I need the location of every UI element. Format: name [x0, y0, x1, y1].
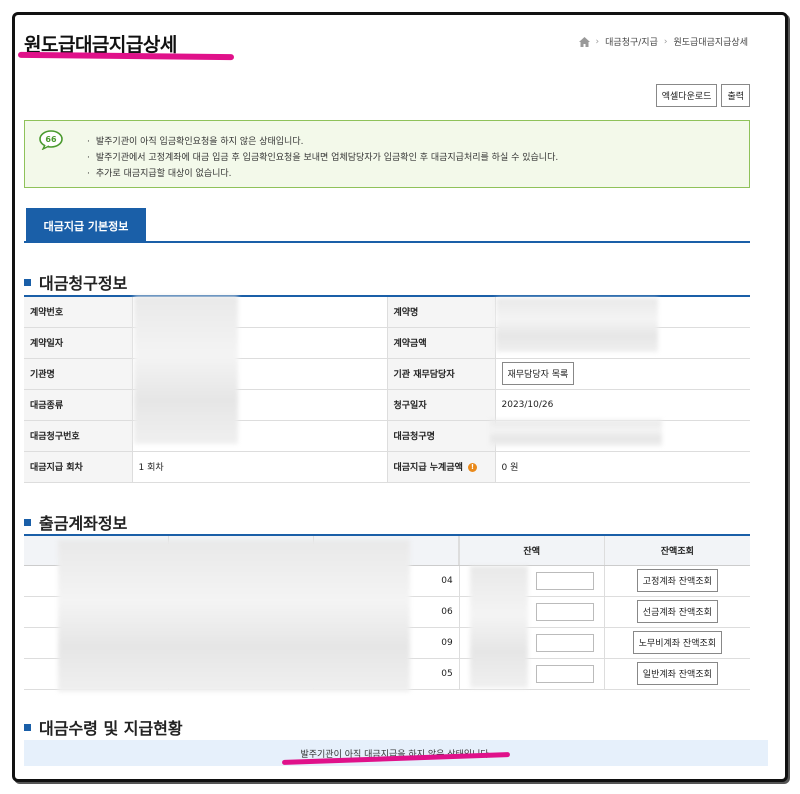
advance-account-balance-button[interactable]: 선금계좌 잔액조회	[636, 600, 718, 623]
cell: 노무비계좌 잔액조회	[603, 627, 750, 659]
redacted-area	[134, 296, 238, 444]
excel-download-button[interactable]: 엑셀다운로드	[655, 84, 718, 107]
notice-line: 발주기관에서 고정계좌에 대금 입금 후 입금확인요청을 보내면 업체담당자가 …	[87, 150, 558, 166]
field-value: 2023/10/26	[495, 389, 750, 421]
field-label: 대금지급 회차	[24, 451, 133, 483]
section-marker	[24, 723, 31, 731]
table-row: 기관명 기관 재무담당자 재무담당자 목록	[24, 358, 750, 390]
section-heading: 대금청구정보	[39, 274, 128, 293]
section-heading: 출금계좌정보	[39, 514, 128, 533]
field-label: 계약명	[386, 296, 496, 328]
section-payment-title: 대금수령 및 지급현황	[24, 715, 183, 739]
tab-basic-info[interactable]: 대금지급 기본정보	[26, 208, 146, 243]
balance-field	[535, 602, 594, 621]
table-row: 대금종류 청구일자 2023/10/26	[24, 389, 750, 421]
field-label: 청구일자	[386, 389, 496, 421]
redacted-area	[496, 298, 658, 352]
field-label: 대금종류	[24, 389, 133, 421]
section-marker	[24, 518, 31, 526]
labor-account-balance-button[interactable]: 노무비계좌 잔액조회	[632, 631, 723, 654]
field-label: 대금지급 누계금액	[393, 463, 463, 473]
section-marker	[24, 278, 31, 286]
field-label: 계약금액	[386, 327, 496, 359]
notice-line: 발주기관이 아직 입금확인요청을 하지 않은 상태입니다.	[87, 134, 558, 150]
top-toolbar: 엑셀다운로드 출력	[655, 84, 750, 107]
speech-bubble-icon: 66	[39, 130, 63, 150]
breadcrumb-item[interactable]: 대금청구/지급	[605, 35, 658, 48]
balance-field	[535, 571, 594, 590]
svg-text:66: 66	[45, 135, 57, 144]
redacted-area	[58, 540, 410, 692]
notice-box: 66 발주기관이 아직 입금확인요청을 하지 않은 상태입니다. 발주기관에서 …	[24, 120, 750, 188]
notice-line: 추가로 대금지급할 대상이 없습니다.	[87, 166, 558, 182]
section-heading: 대금수령 및 지급현황	[39, 719, 183, 738]
balance-field	[535, 633, 594, 652]
notice-list: 발주기관이 아직 입금확인요청을 하지 않은 상태입니다. 발주기관에서 고정계…	[87, 134, 558, 182]
breadcrumb-separator: ›	[595, 36, 600, 47]
cell: 고정계좌 잔액조회	[603, 565, 750, 597]
field-label-cell: 대금지급 누계금액 !	[386, 451, 496, 483]
section-billing-title: 대금청구정보	[24, 270, 127, 294]
home-icon[interactable]	[578, 36, 590, 47]
field-value: 1 회차	[132, 451, 387, 483]
column-header: 잔액	[458, 535, 605, 566]
info-icon[interactable]: !	[468, 463, 478, 472]
cell: 선금계좌 잔액조회	[603, 596, 750, 628]
redacted-area	[470, 566, 528, 688]
column-header: 잔액조회	[603, 535, 750, 566]
table-row: 대금지급 회차 1 회차 대금지급 누계금액 ! 0 원	[24, 451, 750, 483]
payment-status-bar: 발주기관이 아직 대금지급을 하지 않은 상태입니다.	[24, 740, 768, 766]
field-label: 계약일자	[24, 327, 133, 359]
field-label: 대금청구명	[386, 420, 496, 452]
section-account-title: 출금계좌정보	[24, 510, 127, 534]
general-account-balance-button[interactable]: 일반계좌 잔액조회	[636, 662, 718, 685]
field-label: 계약번호	[24, 296, 133, 328]
field-label: 기관명	[24, 358, 133, 390]
redacted-area	[490, 420, 662, 446]
field-label: 기관 재무담당자	[386, 358, 496, 390]
print-button[interactable]: 출력	[721, 84, 750, 107]
field-label: 대금청구번호	[24, 420, 133, 452]
balance-field	[535, 664, 594, 683]
fixed-account-balance-button[interactable]: 고정계좌 잔액조회	[636, 569, 718, 592]
tab-bar: 대금지급 기본정보	[24, 208, 750, 243]
field-value: 0 원	[495, 451, 750, 483]
breadcrumb-item[interactable]: 원도급대금지급상세	[673, 35, 748, 48]
finance-manager-list-button[interactable]: 재무담당자 목록	[501, 362, 575, 385]
field-value-cell: 재무담당자 목록	[495, 358, 750, 390]
cell: 일반계좌 잔액조회	[603, 658, 750, 690]
breadcrumb: › 대금청구/지급 › 원도급대금지급상세	[578, 35, 748, 48]
breadcrumb-separator: ›	[663, 36, 668, 47]
